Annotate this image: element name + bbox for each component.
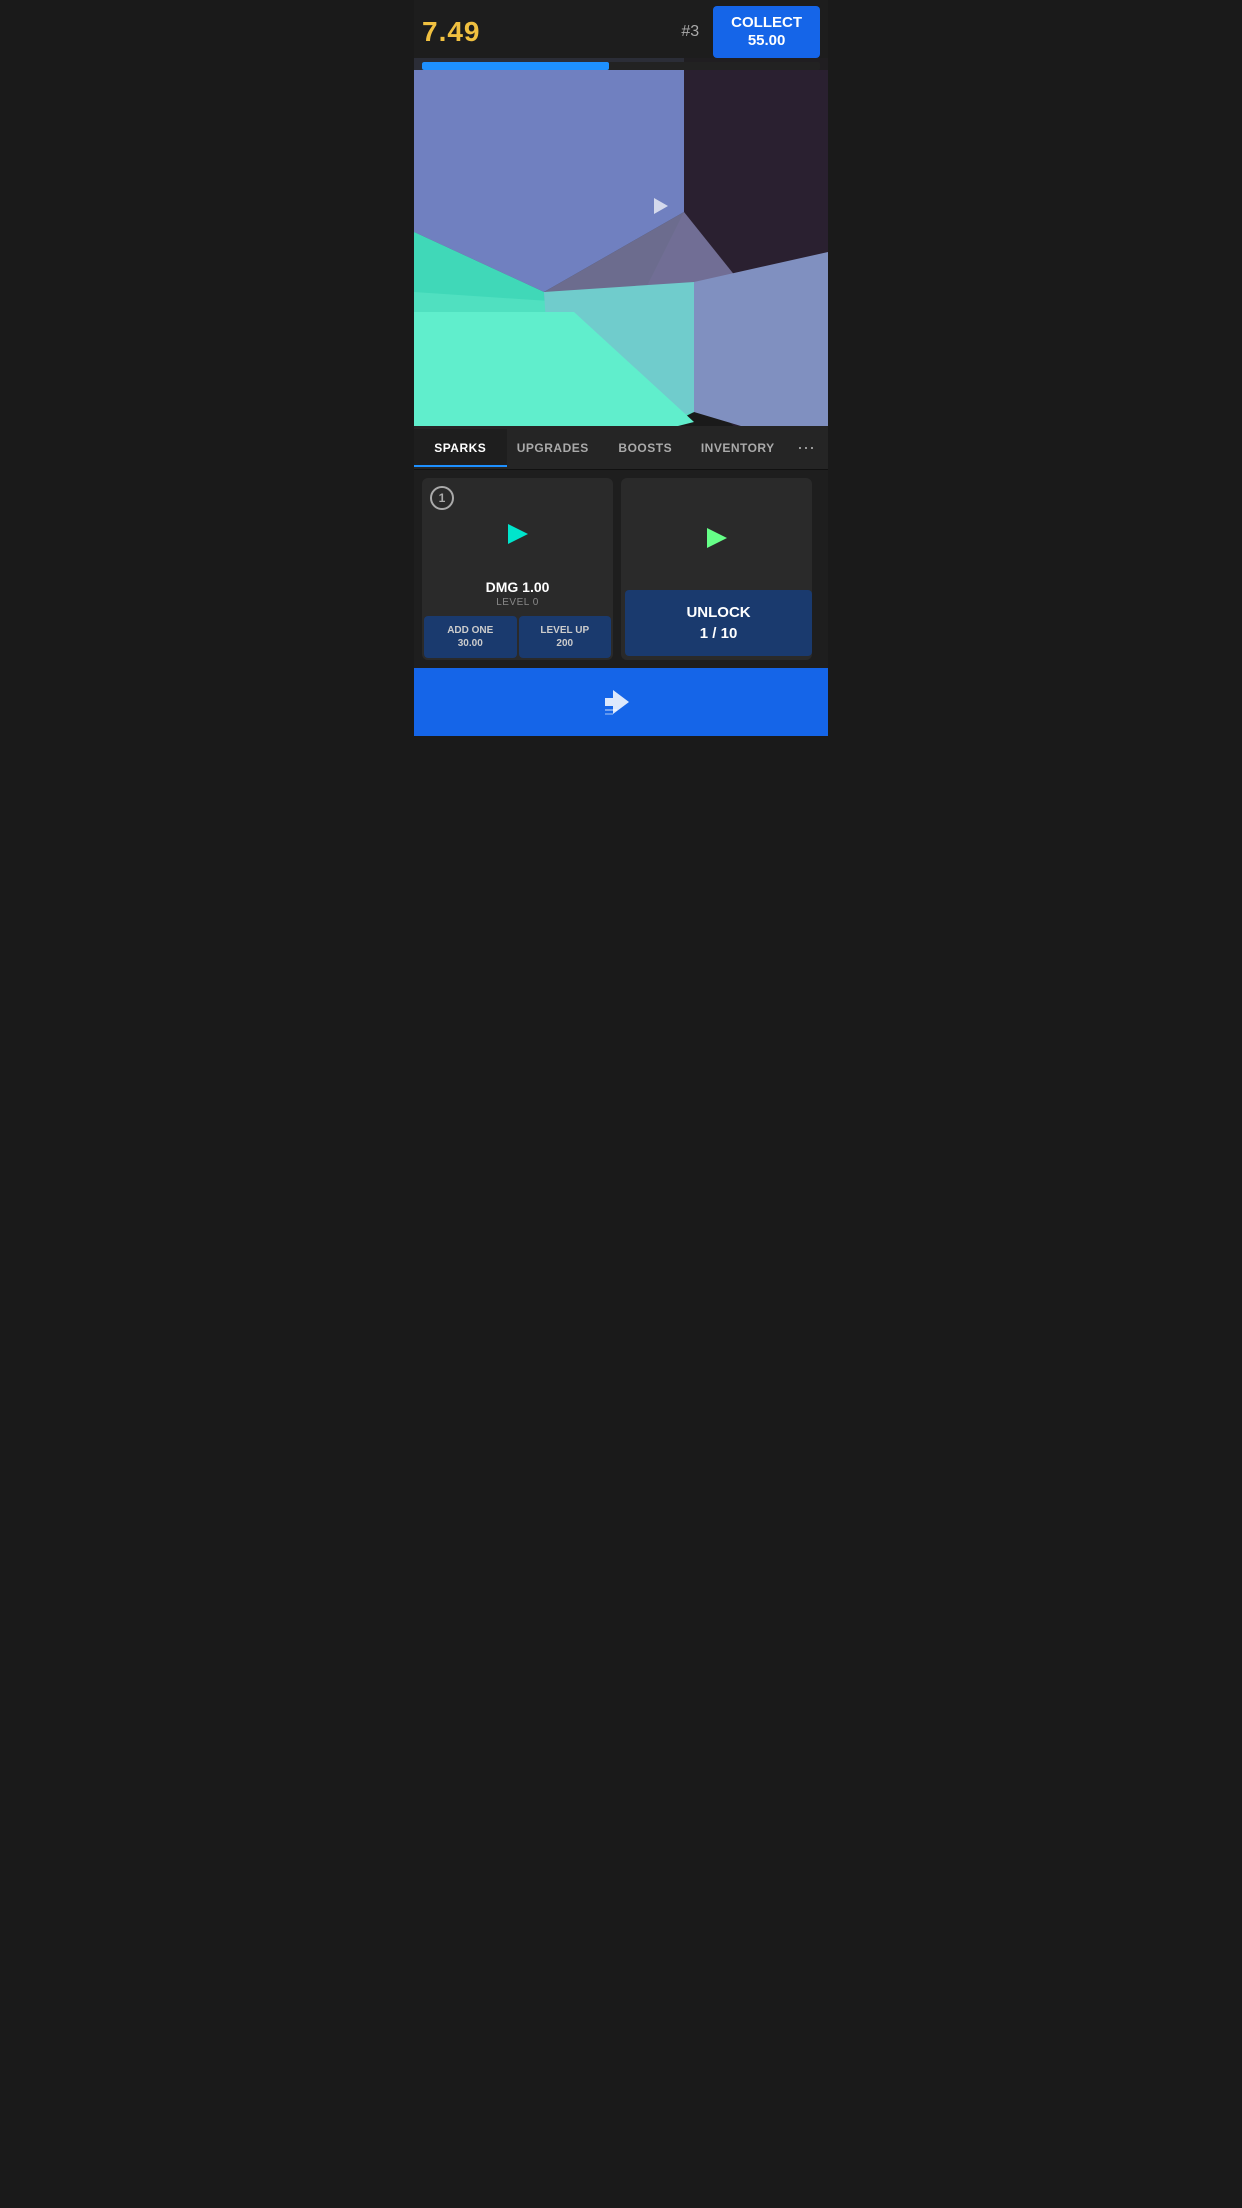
add-one-button[interactable]: ADD ONE30.00: [424, 616, 517, 658]
sparks-grid: 1 DMG 1.00 LEVEL 0 ADD ONE30.00 LEVEL UP…: [414, 470, 828, 668]
play-arrow-svg: [601, 677, 641, 727]
more-button[interactable]: ···: [784, 426, 828, 470]
bottom-panel: SPARKS UPGRADES BOOSTS INVENTORY ··· 1 D…: [414, 426, 828, 736]
unlock-progress: 1 / 10: [700, 625, 738, 642]
spark-card-2: UNLOCK 1 / 10: [621, 478, 812, 660]
spark-card-1: 1 DMG 1.00 LEVEL 0 ADD ONE30.00 LEVEL UP…: [422, 478, 613, 660]
game-background: [414, 58, 828, 426]
game-area[interactable]: [414, 58, 828, 426]
unlock-area: UNLOCK 1 / 10: [621, 588, 812, 660]
progress-bar-container: [422, 62, 820, 70]
level-up-button[interactable]: LEVEL UP200: [519, 616, 612, 658]
collect-amount: 55.00: [731, 32, 802, 50]
spark-actions-1: ADD ONE30.00 LEVEL UP200: [422, 616, 613, 660]
spark-arrow-cyan-icon: [508, 524, 528, 544]
score-display: 7.49: [422, 16, 481, 48]
game-canvas: [414, 58, 828, 426]
rank-display: #3: [681, 23, 699, 41]
unlock-label: UNLOCK: [686, 604, 750, 621]
spark-info-1: DMG 1.00 LEVEL 0: [486, 579, 550, 616]
spark-badge-1: 1: [430, 486, 454, 510]
tab-upgrades[interactable]: UPGRADES: [507, 429, 600, 467]
spark-icon-area-2: [621, 478, 812, 588]
game-cursor: [654, 198, 668, 214]
big-play-button[interactable]: [414, 668, 828, 736]
spark-dmg-1: DMG 1.00: [486, 579, 550, 595]
progress-bar: [422, 62, 609, 70]
unlock-button[interactable]: UNLOCK 1 / 10: [625, 590, 812, 656]
tab-inventory[interactable]: INVENTORY: [692, 429, 785, 467]
spark-level-1: LEVEL 0: [486, 597, 550, 608]
play-icon: [601, 682, 641, 722]
tab-sparks[interactable]: SPARKS: [414, 429, 507, 467]
tabs-bar: SPARKS UPGRADES BOOSTS INVENTORY ···: [414, 426, 828, 470]
collect-label: COLLECT: [731, 14, 802, 32]
collect-button[interactable]: COLLECT 55.00: [713, 6, 820, 58]
spark-arrow-green-icon: [707, 528, 727, 548]
tab-boosts[interactable]: BOOSTS: [599, 429, 692, 467]
hud: 7.49 #3 COLLECT 55.00: [414, 0, 828, 70]
